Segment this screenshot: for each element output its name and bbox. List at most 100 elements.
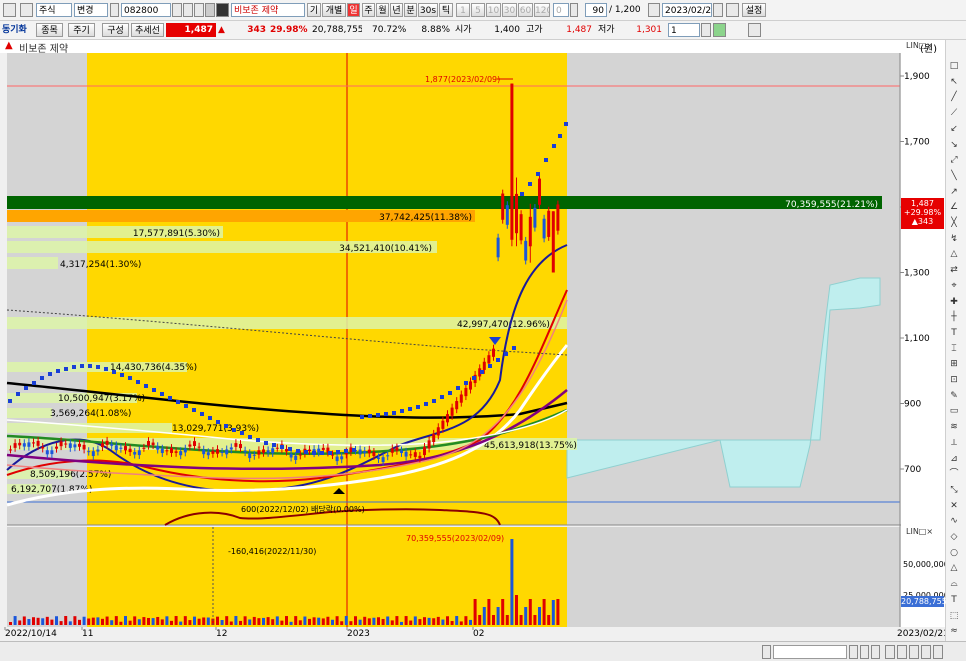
drawing-tool-icon[interactable]: T: [948, 594, 960, 606]
tab-week[interactable]: 주: [362, 3, 375, 17]
drawing-tool-icon[interactable]: □: [948, 60, 960, 72]
date-input[interactable]: 2023/02/21: [662, 3, 712, 17]
drawing-tool-icon[interactable]: △: [948, 248, 960, 260]
sar-dot: [64, 367, 68, 371]
hundred-icon[interactable]: [216, 3, 229, 17]
minute-opt-120[interactable]: 120: [534, 3, 550, 17]
minute-opt-10[interactable]: 10: [486, 3, 501, 17]
zoom-out-icon[interactable]: [897, 645, 907, 659]
type-select[interactable]: 주식: [36, 3, 72, 17]
drawing-tool-icon[interactable]: △: [948, 562, 960, 574]
stop-icon[interactable]: [860, 645, 869, 659]
drawing-tool-icon[interactable]: ⤡: [948, 484, 960, 496]
period-button[interactable]: 주기: [68, 23, 95, 37]
tab-minute[interactable]: 분: [404, 3, 417, 17]
window-icon[interactable]: [20, 3, 33, 17]
drawing-tool-icon[interactable]: ↯: [948, 233, 960, 245]
drawing-tool-icon[interactable]: ⟋: [948, 107, 960, 119]
tab-individual[interactable]: 개별: [322, 3, 346, 17]
tab-tick[interactable]: 틱: [439, 3, 453, 17]
calendar-icon[interactable]: [648, 3, 660, 17]
add-icon[interactable]: [713, 23, 726, 37]
settings-button[interactable]: 설정: [742, 3, 766, 17]
drawing-tool-icon[interactable]: ⌒: [948, 468, 960, 480]
page-dropdown-icon[interactable]: [701, 23, 711, 37]
drawing-tool-icon[interactable]: ╳: [948, 217, 960, 229]
drawing-tool-icon[interactable]: ⌶: [948, 343, 960, 355]
drawing-tool-icon[interactable]: ┼: [948, 311, 960, 323]
volume-bar: [542, 599, 546, 625]
tab-day[interactable]: 일: [347, 3, 360, 17]
page-select[interactable]: 1: [668, 23, 700, 37]
volume-bar: [96, 617, 100, 625]
zoom-area-icon[interactable]: [933, 645, 943, 659]
tab-year[interactable]: 년: [390, 3, 403, 17]
count-input[interactable]: 90: [585, 3, 607, 17]
drawing-tool-icon[interactable]: ✚: [948, 296, 960, 308]
forward-icon[interactable]: [871, 645, 880, 659]
zoom-in-icon[interactable]: [885, 645, 895, 659]
drawing-tool-icon[interactable]: ⊞: [948, 358, 960, 370]
tab-30s[interactable]: 30s: [418, 3, 438, 17]
candle-body: [358, 449, 362, 455]
date-dropdown-icon[interactable]: [713, 3, 723, 17]
menu-icon[interactable]: [3, 3, 16, 17]
drawing-tool-icon[interactable]: ◇: [948, 531, 960, 543]
chart-icon[interactable]: [205, 3, 215, 17]
change-select[interactable]: 변경: [74, 3, 108, 17]
next-icon[interactable]: [194, 3, 204, 17]
sar-dot: [440, 395, 444, 399]
drawing-tool-icon[interactable]: ∿: [948, 515, 960, 527]
drawing-tool-icon[interactable]: ✎: [948, 390, 960, 402]
minute-opt-60[interactable]: 60: [518, 3, 533, 17]
drawing-tool-icon[interactable]: ↙: [948, 123, 960, 135]
drawing-tool-icon[interactable]: ↘: [948, 139, 960, 151]
candle-body: [133, 452, 137, 455]
sync-label[interactable]: 동기화: [2, 23, 34, 37]
drawing-tool-icon[interactable]: ⊿: [948, 453, 960, 465]
drawing-tool-icon[interactable]: ╱: [948, 91, 960, 103]
drawing-tool-icon[interactable]: ╲: [948, 170, 960, 182]
trend-button[interactable]: 추세선: [131, 23, 164, 37]
search-icon[interactable]: [183, 3, 193, 17]
drawing-tool-icon[interactable]: ≈: [948, 625, 960, 637]
play-icon[interactable]: [849, 645, 858, 659]
item-button[interactable]: 종목: [36, 23, 63, 37]
drawing-tool-icon[interactable]: T: [948, 327, 960, 339]
zoom-reset-icon[interactable]: [921, 645, 931, 659]
small-box-icon[interactable]: [110, 3, 119, 17]
minute-opt-1[interactable]: 1: [456, 3, 470, 17]
grid-icon[interactable]: [726, 3, 739, 17]
drawing-tool-icon[interactable]: ⬚: [948, 610, 960, 622]
tab-individual-icon[interactable]: 기: [307, 3, 321, 17]
drawing-tool-icon[interactable]: ⇄: [948, 264, 960, 276]
drawing-tool-icon[interactable]: ↗: [948, 186, 960, 198]
price-chart[interactable]: 70,359,555(21.21%) 37,742,425(11.38%) 17,5…: [0, 40, 945, 640]
code-input[interactable]: 082800: [121, 3, 171, 17]
compose-button[interactable]: 구성: [102, 23, 129, 37]
drawing-tool-icon[interactable]: ⌖: [948, 280, 960, 292]
dropdown-icon[interactable]: [172, 3, 182, 17]
zoom-fit-icon[interactable]: [909, 645, 919, 659]
minute-opt-30[interactable]: 30: [502, 3, 517, 17]
spin-icon[interactable]: [570, 3, 578, 17]
minute-opt-5[interactable]: 5: [471, 3, 485, 17]
drawing-tool-icon[interactable]: ∠: [948, 201, 960, 213]
drawing-tool-icon[interactable]: ⌓: [948, 578, 960, 590]
drawing-tool-icon[interactable]: ⊡: [948, 374, 960, 386]
drawing-tool-icon[interactable]: ▭: [948, 405, 960, 417]
drawing-tool-icon[interactable]: ≋: [948, 421, 960, 433]
left-arrow-icon[interactable]: [762, 645, 771, 659]
drawing-tool-icon[interactable]: ↖: [948, 76, 960, 88]
drawing-tool-icon[interactable]: ⤢: [948, 154, 960, 166]
drawing-tool-icon[interactable]: ✕: [948, 500, 960, 512]
tab-month[interactable]: 월: [376, 3, 389, 17]
scroll-track[interactable]: [773, 645, 847, 659]
num-input[interactable]: 0: [553, 3, 569, 17]
drawing-tool-icon[interactable]: ○: [948, 547, 960, 559]
volume-bar: [202, 617, 206, 625]
drawing-tool-icon[interactable]: ⟂: [948, 437, 960, 449]
refresh-icon[interactable]: [748, 23, 761, 37]
candle-body: [82, 444, 86, 450]
stock-name-field[interactable]: 비보존 제약: [231, 3, 305, 17]
